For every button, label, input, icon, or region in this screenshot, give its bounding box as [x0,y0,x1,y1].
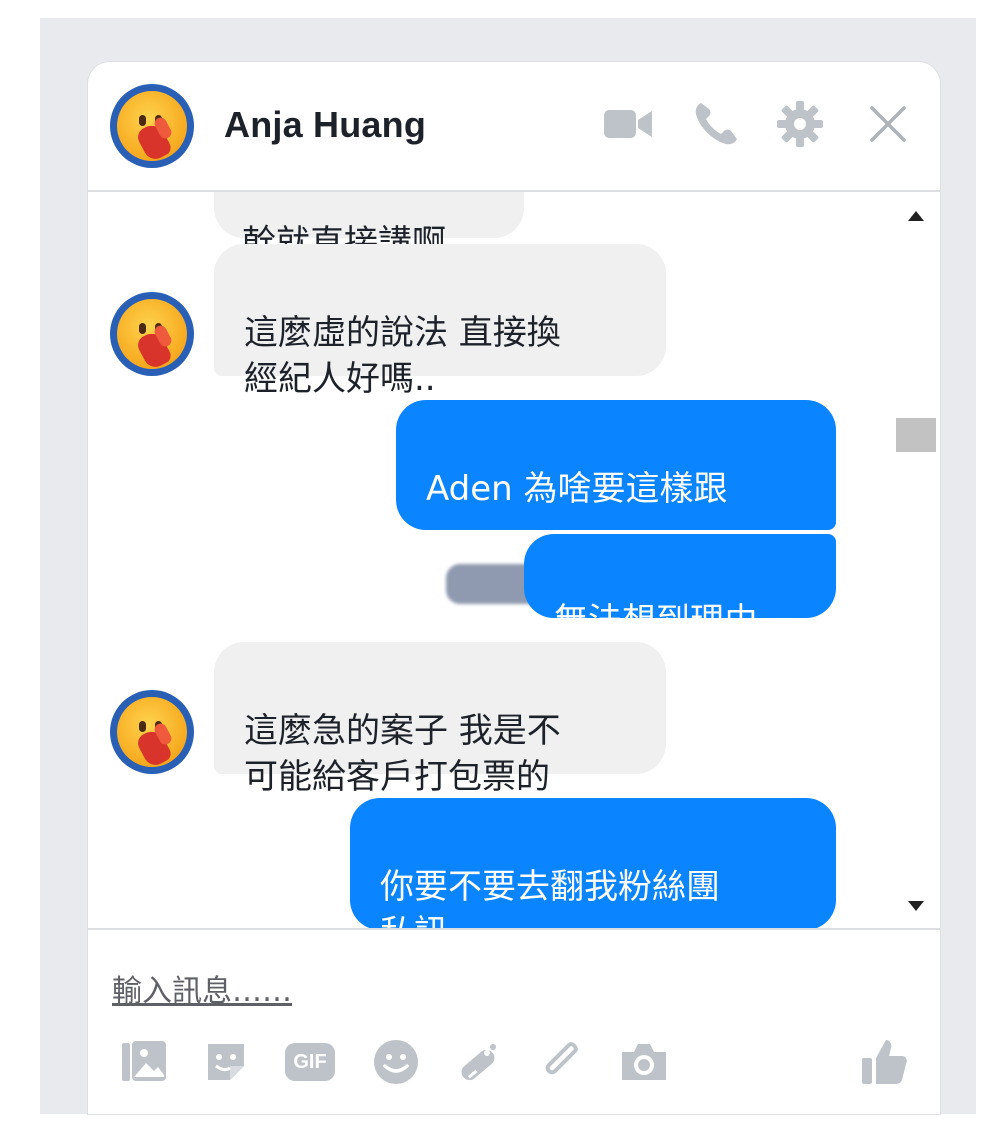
message-incoming: 這麼急的案子 我是不 可能給客戶打包票的 [214,642,666,797]
contact-avatar[interactable] [110,690,194,774]
message-text: 你要不要去翻我粉絲團 私訊 [380,867,720,928]
message-input[interactable]: 輸入訊息…… [112,966,292,1010]
game-icon[interactable] [450,1034,506,1090]
attachment-icon[interactable] [534,1034,590,1090]
scrollbar[interactable] [892,192,940,928]
scroll-down-arrow[interactable] [906,898,926,917]
message-text: 這麼急的案子 我是不 可能給客戶打包票的 [244,711,561,797]
chat-header: Anja Huang [88,62,940,192]
scroll-up-arrow[interactable] [906,208,926,227]
message-text: Aden 為啥要這樣跟 [426,469,728,509]
message-outgoing: 你要不要去翻我粉絲團 私訊 [350,798,836,928]
message-incoming: 這麼虛的說法 直接換 經紀人好嗎.. [214,244,666,399]
message-incoming: 幹就直接講啊 [214,192,524,263]
scrollbar-thumb[interactable] [896,418,936,452]
sticker-icon[interactable] [198,1034,254,1090]
gif-icon[interactable]: GIF [282,1034,338,1090]
close-icon[interactable] [860,96,916,152]
message-text: W [426,607,460,647]
contact-avatar[interactable] [110,292,194,376]
message-text: 無法想到理由 [554,601,758,641]
gif-label: GIF [285,1043,335,1081]
camera-icon[interactable] [616,1034,672,1090]
gear-icon[interactable] [772,96,828,152]
message-list[interactable]: 幹就直接講啊 這麼虛的說法 直接換 經紀人好嗎.. Aden 為啥要這樣跟 W唬… [88,192,940,928]
contact-name[interactable]: Anja Huang [224,104,426,146]
chat-window: Anja Huang 幹就直接講啊 這麼虛的說法 直接換 經紀人好嗎.. Ade… [88,62,940,1114]
message-outgoing: Aden 為啥要這樣跟 W唬爛 [396,400,836,647]
video-camera-icon[interactable] [600,96,656,152]
thumbs-up-icon[interactable] [856,1034,912,1090]
message-composer: 輸入訊息…… GIF [88,928,940,1114]
phone-icon[interactable] [688,96,744,152]
photo-icon[interactable] [116,1034,172,1090]
emoji-icon[interactable] [368,1034,424,1090]
message-text: 這麼虛的說法 直接換 經紀人好嗎.. [244,313,561,399]
contact-avatar[interactable] [110,84,194,168]
message-outgoing: 無法想到理由 [524,534,836,641]
